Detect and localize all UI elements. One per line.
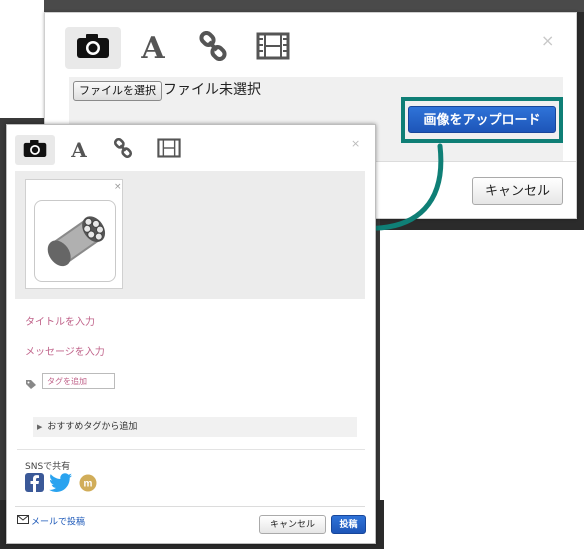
backdrop-strip [44, 0, 584, 12]
remove-image-icon[interactable]: × [114, 182, 122, 192]
close-icon[interactable]: × [351, 137, 360, 150]
image-thumbnail: × [25, 179, 123, 289]
film-icon [157, 138, 181, 162]
tab-photo[interactable] [15, 135, 55, 165]
thumbnail-frame [34, 200, 116, 282]
message-input[interactable]: メッセージを入力 [25, 343, 105, 358]
close-icon[interactable]: × [541, 31, 554, 50]
cancel-button[interactable]: キャンセル [259, 515, 326, 534]
tab-link[interactable] [103, 135, 143, 165]
file-status-text: ファイル未選択 [163, 82, 261, 98]
link-icon [198, 30, 228, 65]
caret-right-icon: ▶ [37, 423, 43, 431]
tab-photo[interactable] [65, 27, 121, 69]
tab-text[interactable]: A [125, 27, 181, 69]
tag-input[interactable]: タグを追加 [42, 373, 115, 389]
svg-text:m: m [84, 479, 93, 490]
recommended-tags-label: おすすめタグから追加 [47, 422, 138, 432]
mail-icon [17, 515, 29, 529]
tab-video[interactable] [245, 27, 301, 69]
tab-text[interactable]: A [59, 135, 99, 165]
post-button[interactable]: 投稿 [331, 515, 366, 534]
link-icon [113, 137, 133, 162]
tab-video[interactable] [149, 135, 189, 165]
choose-file-button[interactable]: ファイルを選択 [73, 81, 162, 101]
tag-icon [25, 375, 38, 394]
facebook-icon[interactable] [25, 473, 44, 496]
text-icon: A [141, 30, 165, 66]
sns-share-label: SNSで共有 [25, 462, 71, 472]
tab-link[interactable] [185, 27, 241, 69]
film-icon [256, 32, 290, 64]
post-dialog: A × × タイトルを入力 メッセージを入力 タグを追加 ▶ おすすめタグから追… [6, 124, 376, 544]
section-divider [17, 449, 365, 450]
mail-post-label: メールで投稿 [31, 517, 86, 528]
upload-image-button[interactable]: 画像をアップロード [408, 106, 556, 133]
recommended-tags-toggle[interactable]: ▶ おすすめタグから追加 [33, 417, 357, 437]
revolver-cylinder-icon [35, 216, 115, 285]
twitter-icon[interactable] [49, 473, 73, 496]
image-preview-area: × [15, 171, 365, 299]
title-input[interactable]: タイトルを入力 [25, 313, 95, 328]
camera-icon [23, 139, 47, 162]
text-icon: A [71, 138, 87, 162]
camera-icon [76, 33, 110, 63]
cancel-button[interactable]: キャンセル [472, 177, 563, 205]
mail-post-link[interactable]: メールで投稿 [17, 515, 85, 530]
footer-divider [15, 506, 365, 507]
mixi-icon[interactable]: m [79, 474, 97, 496]
